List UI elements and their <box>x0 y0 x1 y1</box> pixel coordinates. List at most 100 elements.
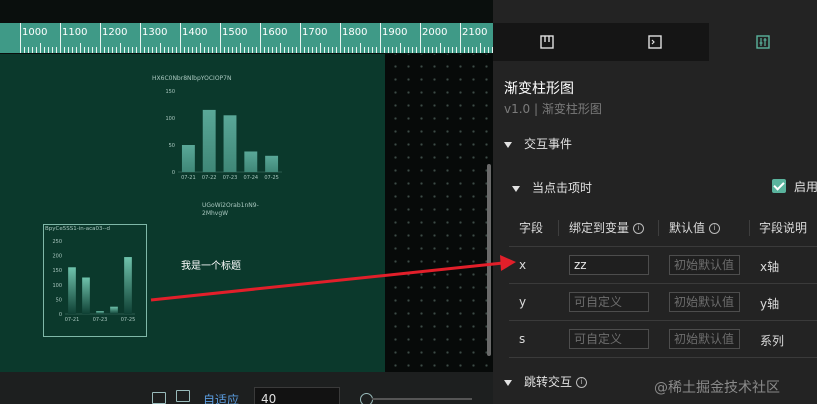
ruler-label: 1300 <box>142 27 168 38</box>
ruler-tick <box>72 47 73 53</box>
ruler-tick <box>428 47 429 53</box>
ruler-tick <box>280 43 281 53</box>
ruler-tick <box>136 47 137 53</box>
x-tick-label: 07-24 <box>244 175 259 181</box>
info-icon[interactable]: i <box>709 223 721 234</box>
section-jump-interaction[interactable]: 跳转交互 i <box>504 373 588 390</box>
ruler-tick <box>220 23 221 53</box>
section-interaction-events[interactable]: 交互事件 <box>504 135 572 152</box>
gradient-bar-chart-1[interactable]: 150 100 50 0 07-21 07-22 07-23 07-24 07-25 <box>160 84 285 188</box>
component-version: v1.0 | 渐变柱形图 <box>504 102 602 116</box>
ruler-tick <box>488 47 489 53</box>
ruler-tick <box>300 23 301 53</box>
enable-checkbox[interactable] <box>772 179 786 193</box>
ruler-tick <box>128 47 129 53</box>
ruler-tick <box>216 47 217 53</box>
variable-input[interactable]: 可自定义 <box>569 292 649 312</box>
ruler-label: 1200 <box>102 27 128 38</box>
add-icon[interactable] <box>176 390 190 402</box>
ruler-tick <box>204 47 205 53</box>
keyboard-icon[interactable] <box>152 392 166 404</box>
ruler-tick <box>20 23 21 53</box>
ruler-tick <box>96 47 97 53</box>
field-description: 系列 <box>760 334 785 348</box>
ruler-label: 1900 <box>382 27 408 38</box>
ruler-tick <box>144 47 145 53</box>
ruler-tick <box>440 43 441 53</box>
ruler-tick <box>476 47 477 53</box>
ruler-tick <box>32 47 33 53</box>
default-value-input[interactable]: 初始默认值 <box>669 329 740 349</box>
info-icon[interactable]: i <box>633 223 645 234</box>
x-tick-label: 07-23 <box>223 175 238 181</box>
column-header-default: 默认值 i <box>669 210 721 246</box>
variable-input[interactable]: zz <box>569 255 649 275</box>
canvas-heading-text[interactable]: 我是一个标题 <box>181 257 241 272</box>
ruler-tick <box>276 47 277 53</box>
x-tick-label: 07-22 <box>202 175 217 181</box>
ruler-tick <box>100 23 101 53</box>
variable-input[interactable]: 可自定义 <box>569 329 649 349</box>
ruler-tick <box>44 47 45 53</box>
ruler-tick <box>172 47 173 53</box>
default-value-input[interactable]: 初始默认值 <box>669 292 740 312</box>
field-name: y <box>519 295 527 309</box>
zoom-slider-track[interactable] <box>372 398 472 400</box>
tab-interaction[interactable] <box>709 23 817 61</box>
fit-screen-button[interactable]: 自适应 <box>203 391 239 404</box>
ruler-tick <box>212 47 213 53</box>
bar <box>82 277 90 314</box>
ruler-tick <box>180 23 181 53</box>
gradient-bar-chart-2[interactable]: 250 200 150 100 50 007-21 07-23 07-25 <box>47 234 145 334</box>
field-name: s <box>519 332 526 346</box>
subsection-on-click[interactable]: 当点击项时 <box>512 179 592 196</box>
y-tick-label: 150 <box>52 268 62 274</box>
ruler-label: 1600 <box>262 27 288 38</box>
layout-icon <box>540 35 554 49</box>
ruler-tick <box>408 47 409 53</box>
ruler-tick <box>484 47 485 53</box>
ruler-label: 1400 <box>182 27 208 38</box>
ruler-tick <box>52 47 53 53</box>
ruler-tick <box>48 47 49 53</box>
vertical-scrollbar[interactable] <box>487 164 491 356</box>
tab-code[interactable] <box>601 23 709 61</box>
table-row: y 可自定义 初始默认值 y轴 <box>509 283 817 320</box>
ruler-tick <box>288 47 289 53</box>
ruler-tick <box>460 23 461 53</box>
table-row: s 可自定义 初始默认值 系列 <box>509 320 817 358</box>
column-header-description: 字段说明 <box>759 221 808 235</box>
ruler-tick <box>28 47 29 53</box>
default-value-input[interactable]: 初始默认值 <box>669 255 740 275</box>
ruler-tick <box>284 47 285 53</box>
ruler-tick <box>388 47 389 53</box>
bar <box>181 145 195 172</box>
ruler-tick <box>332 47 333 53</box>
info-icon[interactable]: i <box>576 377 588 388</box>
field-name: x <box>519 258 527 272</box>
section-jump-label: 跳转交互 <box>524 375 573 389</box>
ruler-tick <box>336 47 337 53</box>
ruler-tick <box>224 47 225 53</box>
ruler-tick <box>372 47 373 53</box>
ruler-tick <box>264 47 265 53</box>
ruler-tick <box>92 47 93 53</box>
y-tick-label: 200 <box>52 254 62 260</box>
ruler-tick <box>120 43 121 53</box>
editor-canvas[interactable]: 1000 1100 1200 1300 1400 1500 1600 1700 1800 1900… <box>0 0 493 404</box>
ruler-tick <box>360 43 361 53</box>
ruler-tick <box>112 47 113 53</box>
ruler-tick <box>356 47 357 53</box>
ruler-tick <box>248 47 249 53</box>
x-tick-label: 07-21 <box>65 317 80 323</box>
zoom-input[interactable]: 40 <box>254 387 340 404</box>
ruler-tick <box>384 47 385 53</box>
ruler-tick <box>420 23 421 53</box>
column-header-default-label: 默认值 <box>669 221 706 235</box>
ruler-tick <box>108 47 109 53</box>
x-tick-label: 07-21 <box>181 175 196 181</box>
ruler-label: 1700 <box>302 27 328 38</box>
tab-layout[interactable] <box>493 23 601 61</box>
ruler-tick <box>464 47 465 53</box>
caret-down-icon <box>512 185 520 192</box>
